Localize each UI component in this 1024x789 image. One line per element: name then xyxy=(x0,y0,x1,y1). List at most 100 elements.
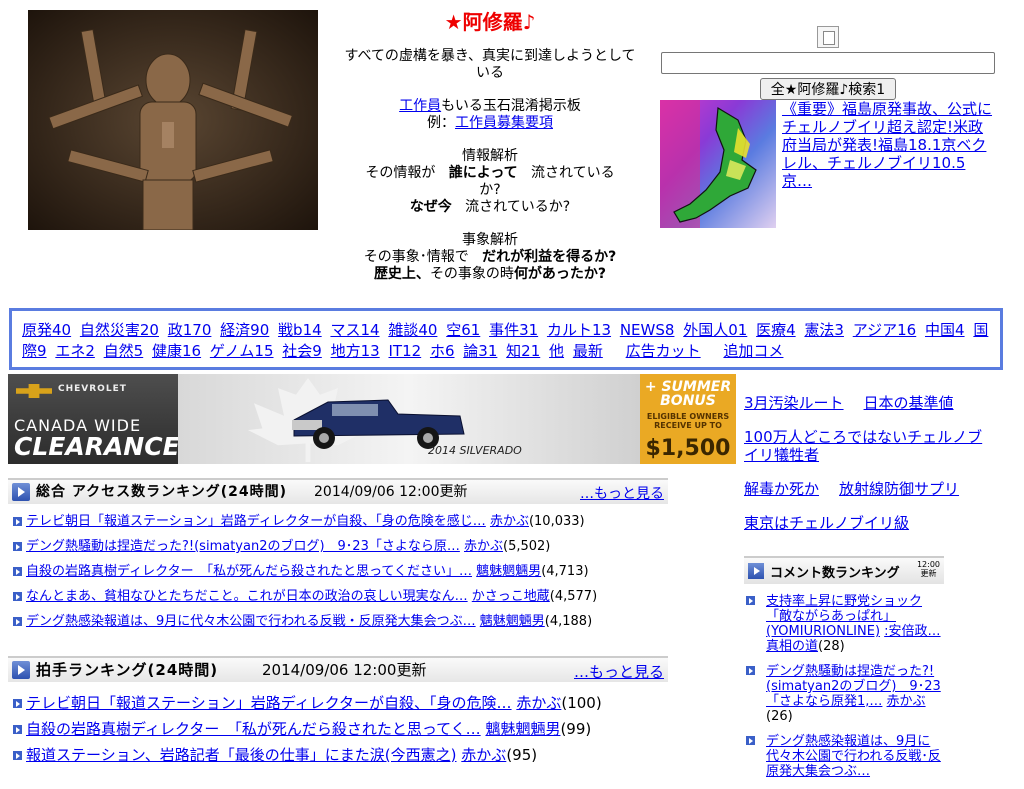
category-link[interactable]: 論31 xyxy=(463,342,497,360)
access-ranking-list: テレビ朝日「報道ステーション」岩路ディレクターが自殺、「身の危険を感じ… 赤かぶ… xyxy=(12,514,672,639)
ranking-article-link[interactable]: 自殺の岩路真樹ディレクター 「私が死んだら殺されたと思ってください」… xyxy=(26,564,472,579)
comment-ranking-list: 支持率上昇に野党ショック「敵ながらあっぱれ」(YOMIURIONLINE) :安… xyxy=(744,594,944,789)
ranking-author-link[interactable]: 赤かぶ xyxy=(461,746,506,764)
topic-link[interactable]: 100万人どころではないチェルノブイリ犠牲者 xyxy=(744,428,982,464)
category-link[interactable]: ゲノム15 xyxy=(210,342,274,360)
category-link[interactable]: マス14 xyxy=(330,321,379,339)
event-emphasis: 何があったか? xyxy=(513,266,607,282)
category-link[interactable]: 社会9 xyxy=(282,342,322,360)
category-link[interactable]: 雑談40 xyxy=(388,321,437,339)
info-emphasis: なぜ今 xyxy=(409,199,452,215)
comment-ranking-item: デング熱騒動は捏造だった?!(simatyan2のブログ) 9･23「さよなら原… xyxy=(744,664,944,724)
info-text: か? xyxy=(479,182,501,198)
category-link[interactable]: 広告カット xyxy=(626,342,701,360)
info-heading: 情報解析 xyxy=(462,148,518,164)
comment-article-link[interactable]: デング熱感染報道は、9月に代々木公園で行われる反戦･反原発大集会つぶ… xyxy=(766,734,941,779)
comment-ranking-updated-label: 更新 xyxy=(920,569,937,578)
search-button[interactable]: 全★阿修羅♪検索1 xyxy=(759,78,897,100)
ranking-item: 自殺の岩路真樹ディレクター 「私が死んだら殺されたと思ってく… 魑魅魍魎男(99… xyxy=(12,720,672,738)
category-link[interactable]: 外国人01 xyxy=(683,321,747,339)
ad-promo-panel: + SUMMER BONUS ELIGIBLE OWNERS RECEIVE U… xyxy=(640,374,736,464)
info-text: 流されている xyxy=(531,165,615,181)
ranking-author-link[interactable]: 赤かぶ xyxy=(490,514,529,529)
ranking-article-link[interactable]: テレビ朝日「報道ステーション」岩路ディレクターが自殺、「身の危険を感じ… xyxy=(26,514,486,529)
category-link[interactable]: 健康16 xyxy=(152,342,201,360)
topic-link[interactable]: 放射線防御サプリ xyxy=(839,480,959,498)
category-link[interactable]: 最新 xyxy=(573,342,603,360)
example-prefix: 例： xyxy=(427,115,455,131)
ranking-article-link[interactable]: なんとまあ、貧相なひとたちだこと。これが日本の政治の哀しい現実なん… xyxy=(26,589,468,604)
access-ranking-more-link[interactable]: …もっと見る xyxy=(580,482,664,506)
ranking-author-link[interactable]: 魑魅魍魎男 xyxy=(476,564,541,579)
search-area: 全★阿修羅♪検索1 xyxy=(660,26,996,100)
arrow-icon xyxy=(12,483,30,501)
category-link[interactable]: ホ6 xyxy=(430,342,455,360)
ranking-article-link[interactable]: テレビ朝日「報道ステーション」岩路ディレクターが自殺、「身の危険… xyxy=(26,694,512,712)
clap-ranking-list: テレビ朝日「報道ステーション」岩路ディレクターが自殺、「身の危険… 赤かぶ(10… xyxy=(12,694,672,772)
radiation-map-thumbnail[interactable] xyxy=(660,100,776,228)
clap-ranking-updated: 2014/09/06 12:00更新 xyxy=(262,661,427,679)
ranking-author-link[interactable]: 赤かぶ xyxy=(464,539,503,554)
topic-link[interactable]: 東京はチェルノブイリ級 xyxy=(744,514,909,532)
board-text: もいる玉石混淆掲示板 xyxy=(441,98,581,114)
topic-link-row: 東京はチェルノブイリ級 xyxy=(744,514,994,532)
featured-article-link[interactable]: 《重要》福島原発事故、公式にチェルノブイリ超え認定!米政府当局が発表!福島18.… xyxy=(782,100,992,190)
topic-link[interactable]: 日本の基準値 xyxy=(864,394,954,412)
event-text: その事象の時 xyxy=(429,266,514,282)
comment-author-link[interactable]: 赤かぶ xyxy=(887,694,926,709)
category-link[interactable]: IT12 xyxy=(388,342,421,360)
category-link[interactable]: 医療4 xyxy=(756,321,796,339)
comment-ranking-updated: 12:00 更新 xyxy=(917,560,940,578)
access-ranking-header: 総合 アクセス数ランキング(24時間) 2014/09/06 12:00更新 …… xyxy=(8,478,668,504)
event-heading: 事象解析 xyxy=(462,232,518,248)
ranking-article-link[interactable]: 報道ステーション、岩路記者「最後の仕事」にまた涙(今西憲之) xyxy=(26,746,457,764)
category-link[interactable]: 憲法3 xyxy=(804,321,844,339)
topic-link[interactable]: 3月汚染ルート xyxy=(744,394,844,412)
category-link[interactable]: NEWS8 xyxy=(620,321,675,339)
category-link[interactable]: 知21 xyxy=(506,342,540,360)
topic-link-row: 解毒か死か 放射線防御サプリ xyxy=(744,480,994,498)
category-link[interactable]: 自然災害20 xyxy=(80,321,159,339)
topic-link[interactable]: 解毒か死か xyxy=(744,480,819,498)
category-link[interactable]: 地方13 xyxy=(331,342,380,360)
category-link[interactable]: 中国4 xyxy=(925,321,965,339)
comment-ranking-header: コメント数ランキング 12:00 更新 xyxy=(744,556,944,584)
category-link[interactable]: 政170 xyxy=(168,321,212,339)
category-link[interactable]: 事件31 xyxy=(489,321,538,339)
board-link[interactable]: 工作員 xyxy=(399,98,441,114)
search-input[interactable] xyxy=(661,52,995,74)
ranking-count: (4,577) xyxy=(549,589,598,604)
comment-count: (28) xyxy=(818,639,845,654)
category-link[interactable]: 追加コメ xyxy=(723,342,783,360)
ranking-article-link[interactable]: デング熱騒動は捏造だった?!(simatyan2のブログ) 9･23「さよなら原… xyxy=(26,539,460,554)
ranking-author-link[interactable]: 魑魅魍魎男 xyxy=(480,614,545,629)
event-emphasis: 歴史上、 xyxy=(373,266,430,282)
ranking-author-link[interactable]: 赤かぶ xyxy=(516,694,561,712)
category-nav: 原発40 自然災害20 政170 経済90 戦b14 マス14 雑談40 空61… xyxy=(9,308,1003,370)
ranking-item: デング熱騒動は捏造だった?!(simatyan2のブログ) 9･23「さよなら原… xyxy=(12,539,672,555)
recruit-link[interactable]: 工作員募集要項 xyxy=(455,115,553,131)
topic-link-row: 3月汚染ルート 日本の基準値 xyxy=(744,394,994,412)
ranking-article-link[interactable]: 自殺の岩路真樹ディレクター 「私が死んだら殺されたと思ってく… xyxy=(26,720,481,738)
site-intro: ★阿修羅♪ すべての虚構を暴き、真実に到達しようとしている 工作員もいる玉石混淆… xyxy=(330,8,650,283)
category-link[interactable]: 戦b14 xyxy=(278,321,322,339)
category-link[interactable]: 他 xyxy=(549,342,564,360)
ranking-author-link[interactable]: 魑魅魍魎男 xyxy=(485,720,560,738)
topic-link-row: 100万人どころではないチェルノブイリ犠牲者 xyxy=(744,428,994,464)
category-link[interactable]: カルト13 xyxy=(547,321,611,339)
ranking-count: (95) xyxy=(506,746,538,764)
ranking-article-link[interactable]: デング熱感染報道は、9月に代々木公園で行われる反戦・反原発大集会つぶ… xyxy=(26,614,476,629)
category-link[interactable]: 経済90 xyxy=(220,321,269,339)
clap-ranking-more-link[interactable]: …もっと見る xyxy=(574,660,664,684)
ranking-item: なんとまあ、貧相なひとたちだこと。これが日本の政治の哀しい現実なん… かさっこ地… xyxy=(12,589,672,605)
ashura-statue-image xyxy=(28,10,318,230)
category-link[interactable]: 空61 xyxy=(446,321,480,339)
category-link[interactable]: アジア16 xyxy=(853,321,917,339)
ranking-item: テレビ朝日「報道ステーション」岩路ディレクターが自殺、「身の危険を感じ… 赤かぶ… xyxy=(12,514,672,530)
ranking-author-link[interactable]: かさっこ地蔵 xyxy=(472,589,550,604)
chevrolet-banner-ad[interactable]: CHEVROLET CANADA WIDE CLEARANCE 2014 SIL… xyxy=(8,374,736,464)
category-link[interactable]: エネ2 xyxy=(55,342,95,360)
category-link[interactable]: 自然5 xyxy=(104,342,144,360)
category-link[interactable]: 原発40 xyxy=(22,321,71,339)
access-ranking-title: 総合 アクセス数ランキング(24時間) xyxy=(36,484,288,500)
